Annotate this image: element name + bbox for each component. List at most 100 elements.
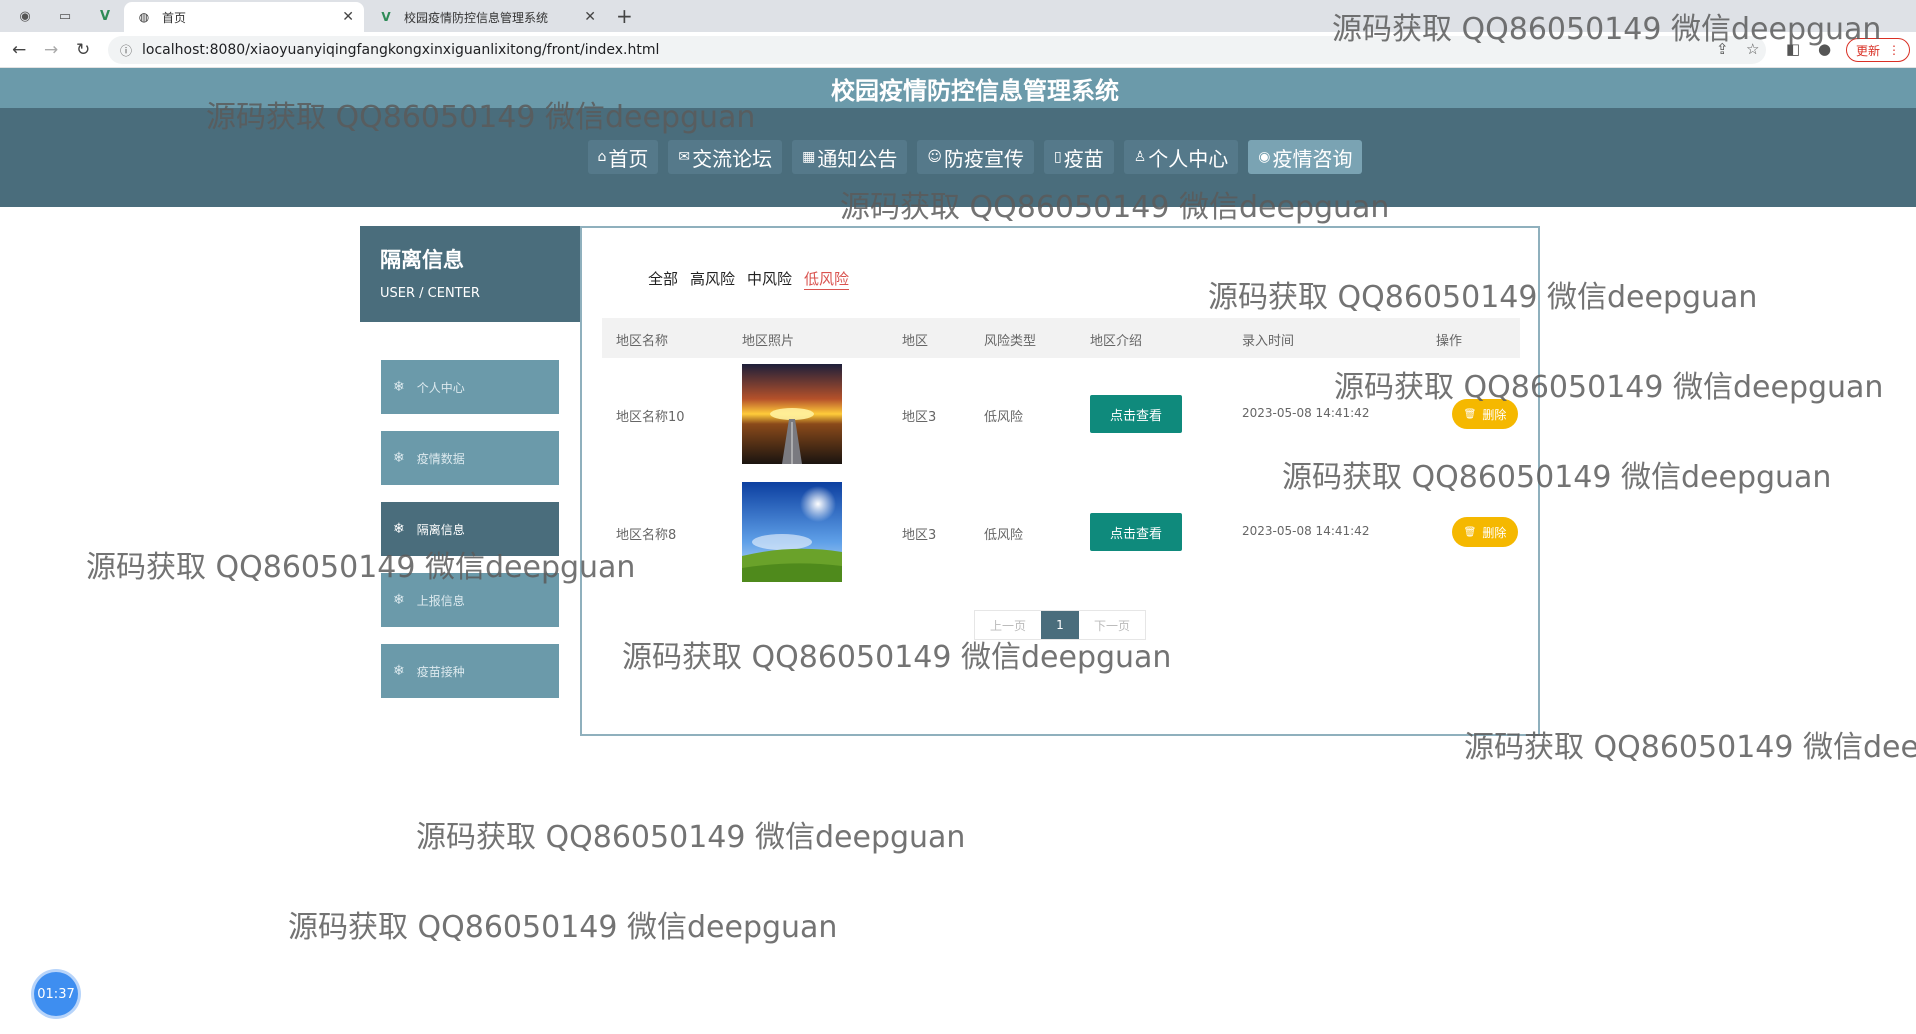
watermark: 源码获取 QQ86050149 微信deepguan xyxy=(86,550,636,585)
watermark: 源码获取 QQ86050149 微信deepguan xyxy=(288,910,838,945)
filter-all[interactable]: 全部 xyxy=(648,268,678,290)
globe-icon: ◉ xyxy=(1258,149,1271,165)
entry-time: 2023-05-08 14:41:42 xyxy=(1242,524,1370,538)
watermark: 源码获取 QQ86050149 微信deepguan xyxy=(206,100,756,135)
entry-time: 2023-05-08 14:41:42 xyxy=(1242,406,1370,420)
reload-icon[interactable]: ↻ xyxy=(76,40,90,60)
region-photo-field xyxy=(742,482,842,582)
new-tab-icon[interactable]: + xyxy=(616,4,633,28)
document-icon: ▯ xyxy=(1053,149,1062,165)
nav-label: 疫苗 xyxy=(1063,146,1104,171)
sidebar-item-label: 疫苗接种 xyxy=(416,664,465,679)
risk-filter-tabs: 全部 高风险 中风险 低风险 xyxy=(648,268,850,290)
watermark: 源码获取 QQ86050149 微信deepguan xyxy=(840,190,1390,225)
nav-consult[interactable]: ◉ 疫情咨询 xyxy=(1248,140,1363,174)
watermark: 源码获取 QQ86050149 微信deepguan xyxy=(1334,370,1884,405)
region-photo-sunset xyxy=(742,364,842,464)
vue-logo-icon: V xyxy=(381,10,391,24)
tab-home[interactable]: ◍ 首页 ✕ xyxy=(124,2,364,32)
view-intro-button[interactable]: 点击查看 xyxy=(1090,395,1182,433)
sidebar-title: 隔离信息 xyxy=(380,248,464,272)
home-icon: ⌂ xyxy=(597,149,607,165)
forward-icon[interactable]: → xyxy=(44,40,58,60)
sidebar-item-epidemic-data[interactable]: ❄ 疫情数据 xyxy=(381,431,559,485)
watermark: 源码获取 QQ86050149 微信deepguan xyxy=(1464,730,1916,765)
nav-label: 通知公告 xyxy=(817,146,898,171)
calendar-icon: ▦ xyxy=(802,149,816,165)
snowflake-icon: ❄ xyxy=(393,663,405,679)
watermark: 源码获取 QQ86050149 微信deepguan xyxy=(622,640,1172,675)
snowflake-icon: ❄ xyxy=(393,592,405,608)
info-icon[interactable]: ⓘ xyxy=(120,42,132,59)
filter-medium[interactable]: 中风险 xyxy=(747,268,792,290)
watermark: 源码获取 QQ86050149 微信deepguan xyxy=(1282,460,1832,495)
filter-low[interactable]: 低风险 xyxy=(804,268,850,290)
tab-group-icon[interactable]: ▭ xyxy=(56,7,74,25)
url-text: localhost:8080/xiaoyuanyiqingfangkongxin… xyxy=(142,42,660,58)
site-title: 校园疫情防控信息管理系统 xyxy=(831,76,1119,105)
sidebar-item-vaccination[interactable]: ❄ 疫苗接种 xyxy=(381,644,559,698)
nav-label: 个人中心 xyxy=(1148,146,1229,171)
tab-system-title: 校园疫情防控信息管理系统 xyxy=(404,10,549,25)
snowflake-icon: ❄ xyxy=(393,521,405,537)
globe-icon: ◍ xyxy=(138,10,150,24)
column-header: 地区 xyxy=(902,334,929,349)
vue-logo-icon[interactable]: V xyxy=(96,7,114,25)
sidebar-item-label: 上报信息 xyxy=(416,593,465,608)
sidebar-subtitle: USER / CENTER xyxy=(380,286,480,301)
snowflake-icon: ❄ xyxy=(393,379,405,395)
sidebar-item-label: 疫情数据 xyxy=(416,451,465,466)
snowflake-icon: ❄ xyxy=(393,450,405,466)
region-area: 地区3 xyxy=(902,410,937,425)
close-icon[interactable]: ✕ xyxy=(584,9,596,25)
column-header: 操作 xyxy=(1436,334,1463,349)
filter-high[interactable]: 高风险 xyxy=(690,268,735,290)
tab-system[interactable]: V 校园疫情防控信息管理系统 ✕ xyxy=(366,2,606,32)
nav-forum[interactable]: ✉ 交流论坛 xyxy=(668,140,783,174)
column-header: 地区照片 xyxy=(742,334,795,349)
region-name: 地区名称10 xyxy=(616,410,685,425)
main-nav: ⌂ 首页 ✉ 交流论坛 ▦ 通知公告 ☺ 防疫宣传 ▯ 疫苗 ♙ 个人中心 ◉ 疫情咨询 xyxy=(0,140,1916,176)
mail-icon: ✉ xyxy=(678,149,691,165)
column-header: 风险类型 xyxy=(984,334,1037,349)
close-icon[interactable]: ✕ xyxy=(342,9,354,25)
sidebar-item-label: 隔离信息 xyxy=(416,522,465,537)
back-icon[interactable]: ← xyxy=(12,40,26,60)
table-row: 地区名称8 地区3 低风险 点击查看 2023-05-08 14:41:42 🗑… xyxy=(602,482,1520,600)
nav-label: 防疫宣传 xyxy=(943,146,1024,171)
delete-label: 删除 xyxy=(1482,525,1507,540)
region-name: 地区名称8 xyxy=(616,528,677,543)
more-icon: ⋮ xyxy=(1888,43,1900,57)
watermark: 源码获取 QQ86050149 微信deepguan xyxy=(1332,12,1882,47)
nav-label: 首页 xyxy=(608,146,649,171)
chrome-menu-icon[interactable]: ◉ xyxy=(16,7,34,25)
column-header: 地区介绍 xyxy=(1090,334,1143,349)
nav-vaccine[interactable]: ▯ 疫苗 xyxy=(1043,140,1114,174)
delete-label: 删除 xyxy=(1482,407,1507,422)
sidebar-item-label: 个人中心 xyxy=(416,380,465,395)
smile-icon: ☺ xyxy=(927,149,942,165)
column-header: 录入时间 xyxy=(1242,334,1295,349)
nav-notice[interactable]: ▦ 通知公告 xyxy=(792,140,908,174)
table-header: 地区名称 地区照片 地区 风险类型 地区介绍 录入时间 操作 xyxy=(602,318,1520,358)
nav-label: 交流论坛 xyxy=(692,146,773,171)
view-intro-button[interactable]: 点击查看 xyxy=(1090,513,1182,551)
watermark: 源码获取 QQ86050149 微信deepguan xyxy=(1208,280,1758,315)
nav-user-center[interactable]: ♙ 个人中心 xyxy=(1123,140,1239,174)
sidebar-heading: 隔离信息 USER / CENTER xyxy=(360,226,580,322)
trash-icon: 🗑 xyxy=(1463,408,1477,420)
tab-home-title: 首页 xyxy=(162,10,187,25)
nav-label: 疫情咨询 xyxy=(1272,146,1353,171)
nav-promo[interactable]: ☺ 防疫宣传 xyxy=(917,140,1034,174)
delete-button[interactable]: 🗑 删除 xyxy=(1452,517,1518,547)
watermark: 源码获取 QQ86050149 微信deepguan xyxy=(416,820,966,855)
risk-type: 低风险 xyxy=(984,410,1024,425)
trash-icon: 🗑 xyxy=(1463,526,1477,538)
sidebar-item-user-center[interactable]: ❄ 个人中心 xyxy=(381,360,559,414)
column-header: 地区名称 xyxy=(616,334,669,349)
timer-badge[interactable]: 01:37 xyxy=(34,972,78,1016)
user-icon: ♙ xyxy=(1133,149,1147,165)
nav-home[interactable]: ⌂ 首页 xyxy=(587,140,659,174)
region-area: 地区3 xyxy=(902,528,937,543)
risk-type: 低风险 xyxy=(984,528,1024,543)
